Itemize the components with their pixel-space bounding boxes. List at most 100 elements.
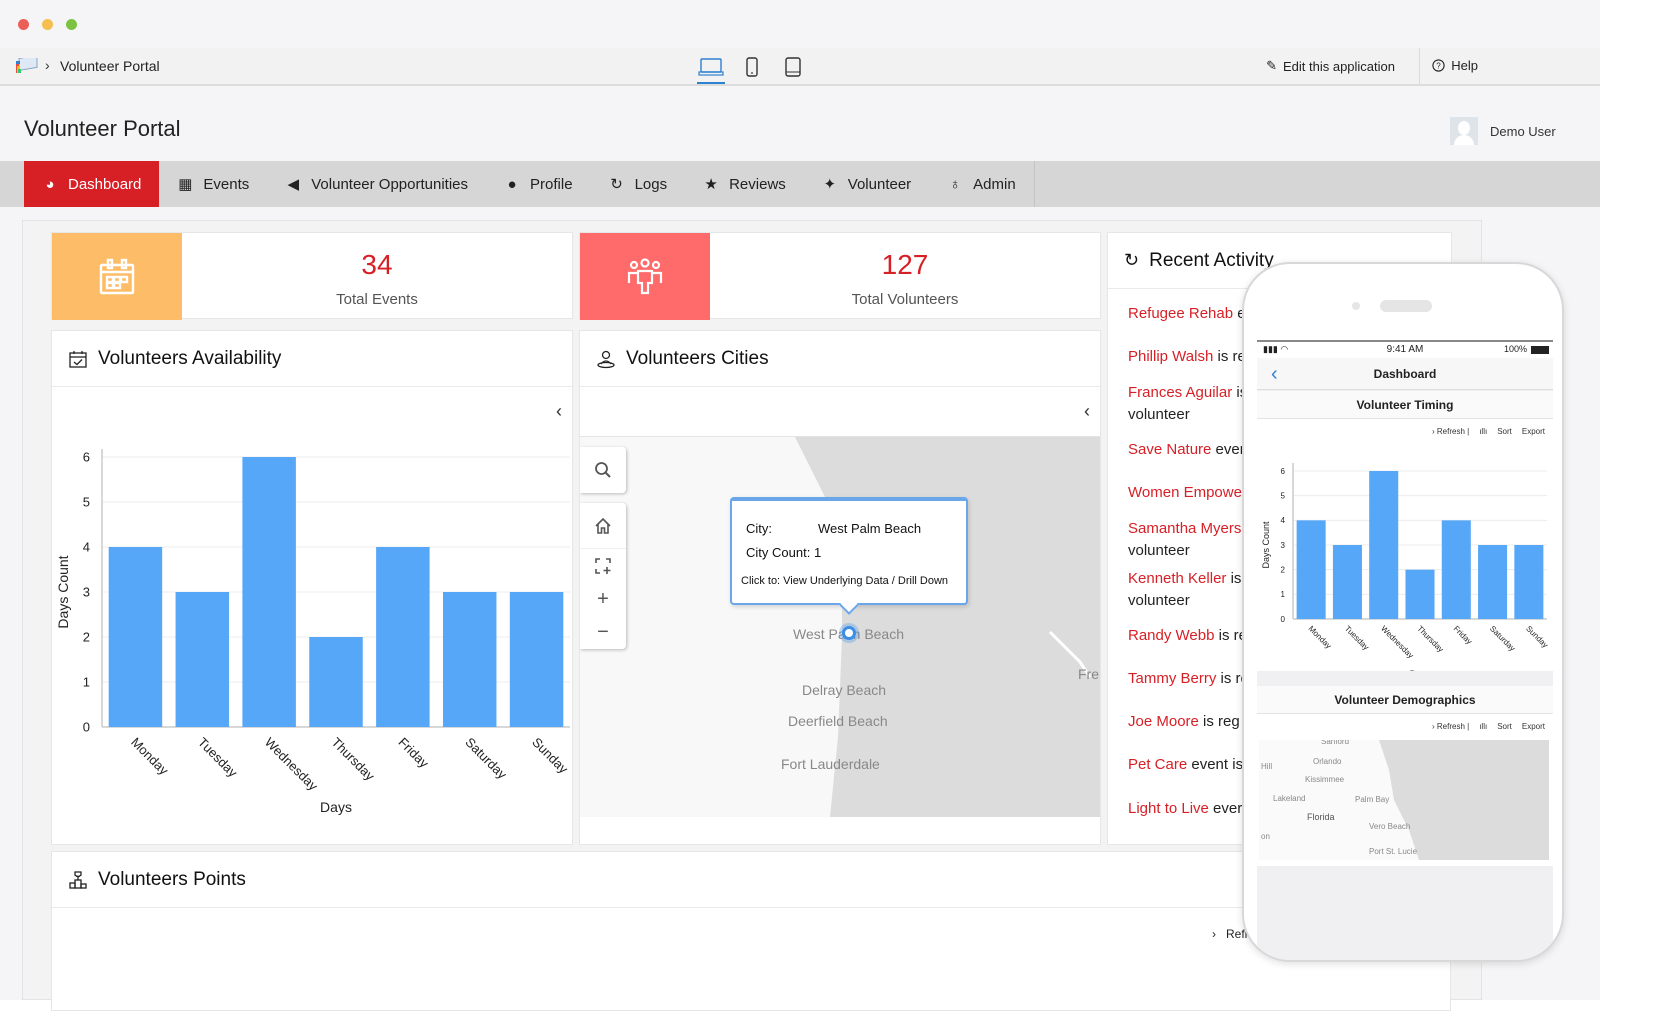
bar-saturday[interactable] xyxy=(1478,545,1508,619)
user-menu[interactable]: Demo User xyxy=(1450,117,1556,145)
breadcrumb-app-name[interactable]: Volunteer Portal xyxy=(60,58,160,74)
y-tick-label: 2 xyxy=(83,630,90,645)
bar-monday[interactable] xyxy=(108,547,163,727)
app-logo-icon[interactable] xyxy=(16,58,38,74)
timing-sort-button[interactable]: Sort xyxy=(1497,427,1512,436)
nav-item-admin[interactable]: ♁ Admin xyxy=(929,161,1034,207)
y-tick-label: 4 xyxy=(1281,516,1286,525)
bar-tuesday[interactable] xyxy=(1332,545,1362,619)
points-header: Volunteers Points xyxy=(52,852,1450,908)
timing-export-button[interactable]: Export xyxy=(1522,427,1545,436)
bar-thursday[interactable] xyxy=(1405,569,1435,619)
activity-link[interactable]: Joe Moore xyxy=(1128,713,1199,730)
tablet-view-button[interactable] xyxy=(784,54,802,80)
map-zoom-region-button[interactable] xyxy=(580,549,626,583)
bar-chart-icon[interactable]: ıllı xyxy=(1479,722,1487,731)
activity-link[interactable]: Kenneth Keller xyxy=(1128,570,1226,587)
phone-timing-section: Volunteer Timing › Refresh | ıllı Sort E… xyxy=(1257,391,1553,679)
total-events-label: Total Events xyxy=(336,291,418,308)
bar-friday[interactable] xyxy=(1441,520,1471,619)
bar-sunday[interactable] xyxy=(1514,545,1544,619)
total-volunteers-card[interactable]: 127 Total Volunteers xyxy=(579,232,1101,320)
demographics-export-button[interactable]: Export xyxy=(1522,722,1545,731)
bar-sunday[interactable] xyxy=(509,592,564,727)
back-chevron-icon[interactable]: ‹ xyxy=(1271,358,1278,390)
bar-tuesday[interactable] xyxy=(175,592,230,727)
bar-chart-icon[interactable]: ıllı xyxy=(1479,427,1487,436)
activity-link[interactable]: Pet Care xyxy=(1128,756,1187,773)
phone-preview: ▮▮▮ ◠ 9:41 AM 100% ‹ Dashboard Volunteer… xyxy=(1242,262,1564,962)
demographics-sort-button[interactable]: Sort xyxy=(1497,722,1512,731)
cities-map[interactable]: + − West Palm Beach Delray Beach Deerfie… xyxy=(580,437,1100,817)
nav-item-volunteer[interactable]: ✦ Volunteer xyxy=(804,161,929,207)
nav-item-label: Admin xyxy=(973,175,1016,193)
activity-link[interactable]: Randy Webb xyxy=(1128,627,1214,644)
phone-speaker xyxy=(1380,300,1432,312)
timing-refresh-button[interactable]: › Refresh | xyxy=(1432,427,1469,436)
help-link[interactable]: ? Help xyxy=(1432,58,1478,73)
nav-item-volunteer-opportunities[interactable]: ◀ Volunteer Opportunities xyxy=(267,161,486,207)
total-events-card[interactable]: 34 Total Events xyxy=(51,232,573,320)
map-label: Delray Beach xyxy=(802,682,887,698)
activity-link[interactable]: Tammy Berry xyxy=(1128,670,1216,687)
map-label: Lakeland xyxy=(1273,794,1306,803)
plus-icon: + xyxy=(597,587,609,610)
bar-thursday[interactable] xyxy=(309,637,363,727)
user-icon: ● xyxy=(507,175,517,193)
nav-item-logs[interactable]: ↻ Logs xyxy=(591,161,686,207)
x-tick-label: Tuesday xyxy=(195,735,241,781)
bar-friday[interactable] xyxy=(376,547,430,727)
maximize-window-button[interactable] xyxy=(66,19,77,30)
nav-item-dashboard[interactable]: ◕ Dashboard xyxy=(24,161,160,207)
map-label: Kissimmee xyxy=(1305,775,1345,784)
activity-link[interactable]: Phillip Walsh xyxy=(1128,348,1213,365)
bar-wednesday[interactable] xyxy=(1369,471,1399,619)
bar-saturday[interactable] xyxy=(442,592,497,727)
map-zoom-out-button[interactable]: − xyxy=(580,615,626,649)
main-nav: ◕ Dashboard ▦ Events ◀ Volunteer Opportunitie… xyxy=(0,161,1600,207)
edit-application-link[interactable]: ✎ Edit this application xyxy=(1266,58,1395,74)
activity-link[interactable]: Light to Live xyxy=(1128,800,1209,817)
minimize-window-button[interactable] xyxy=(42,19,53,30)
city-marker[interactable] xyxy=(842,626,856,640)
calendar-icon: ▦ xyxy=(178,176,193,193)
dashboard-icon: ◕ xyxy=(45,175,55,193)
nav-item-profile[interactable]: ● Profile xyxy=(486,161,591,207)
history-icon: ↻ xyxy=(1124,250,1140,270)
close-window-button[interactable] xyxy=(18,19,29,30)
activity-link[interactable]: Women Empower xyxy=(1128,484,1247,501)
home-icon xyxy=(595,517,611,534)
volunteers-cities-card: Volunteers Cities ‹ + − West Beach Delra… xyxy=(579,330,1101,845)
activity-link[interactable]: Frances Aguilar xyxy=(1128,384,1232,401)
nav-item-events[interactable]: ▦ Events xyxy=(159,161,267,207)
activity-link[interactable]: Refugee Rehab xyxy=(1128,305,1233,322)
chevron-left-icon[interactable]: ‹ xyxy=(1084,401,1090,422)
people-group-icon xyxy=(627,257,663,294)
map-home-button[interactable] xyxy=(580,503,626,549)
nav-item-reviews[interactable]: ★ Reviews xyxy=(685,161,804,207)
phone-view-button[interactable] xyxy=(744,54,760,80)
avatar xyxy=(1450,117,1478,145)
map-search-button[interactable] xyxy=(580,447,626,493)
minus-icon: − xyxy=(597,620,609,643)
activity-link[interactable]: Samantha Myers xyxy=(1128,520,1241,537)
calendar-check-icon xyxy=(69,350,87,368)
total-volunteers-value: 127 xyxy=(881,249,929,280)
demographics-map[interactable]: Sanford Orlando Kissimmee Lakeland Palm … xyxy=(1259,740,1549,860)
points-title: Volunteers Points xyxy=(98,868,246,890)
activity-link[interactable]: Save Nature xyxy=(1128,441,1211,458)
nav-item-label: Profile xyxy=(530,175,573,193)
bar-wednesday[interactable] xyxy=(242,457,296,727)
user-name: Demo User xyxy=(1490,123,1556,139)
x-tick-label: Monday xyxy=(1307,624,1333,650)
desktop-view-button[interactable] xyxy=(697,54,725,84)
map-zoom-in-button[interactable]: + xyxy=(580,583,626,615)
volunteers-points-card: Volunteers Points › Refresh xyxy=(51,851,1451,1011)
nav-item-label: Volunteer Opportunities xyxy=(311,175,469,193)
map-tooltip[interactable]: City: West Palm Beach City Count: 1 Clic… xyxy=(730,497,968,605)
demographics-refresh-button[interactable]: › Refresh | xyxy=(1432,722,1469,731)
phone-nav-title: Dashboard xyxy=(1373,367,1437,381)
bar-monday[interactable] xyxy=(1296,520,1326,619)
timing-toolbar: › Refresh | ıllı Sort Export xyxy=(1257,419,1553,443)
map-label: Sanford xyxy=(1321,740,1350,746)
